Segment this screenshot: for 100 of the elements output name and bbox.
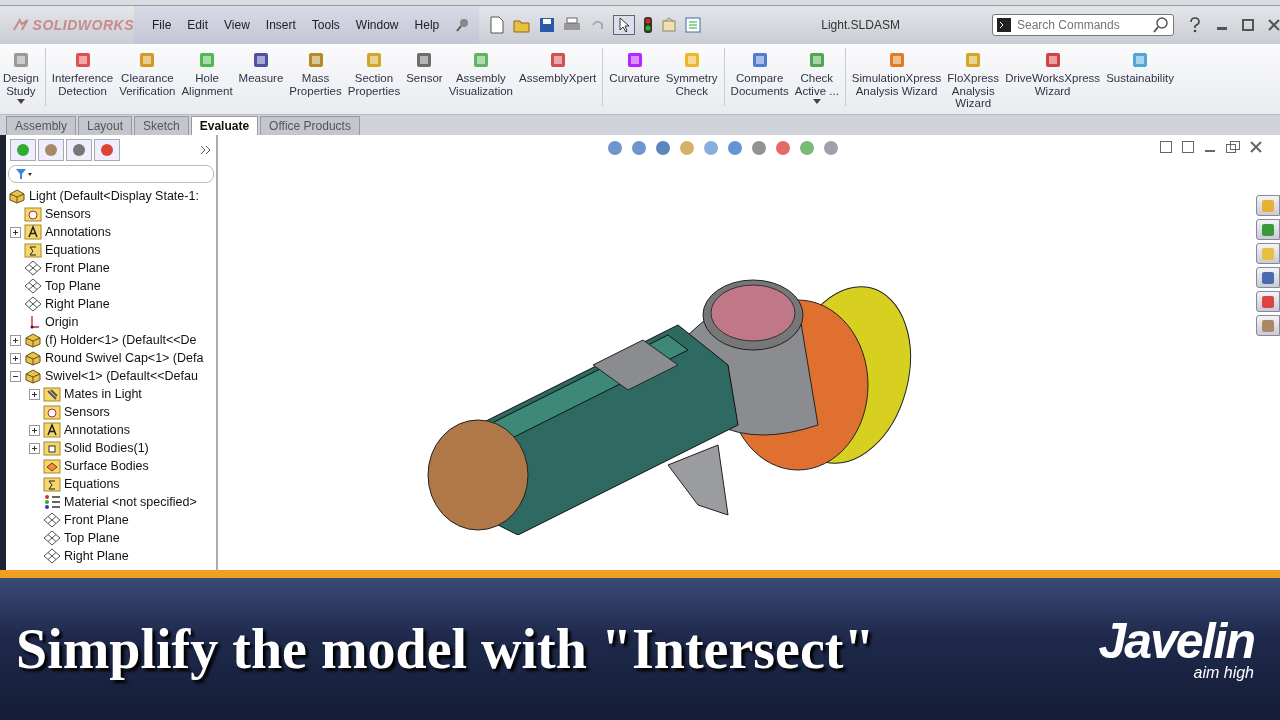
tree-item[interactable]: Front Plane bbox=[45, 261, 110, 275]
tree-item[interactable]: Sensors bbox=[45, 207, 91, 221]
ribbon-button[interactable]: Curvature bbox=[606, 48, 663, 87]
task-pane-button[interactable] bbox=[1256, 195, 1280, 216]
panel-tab[interactable] bbox=[94, 139, 120, 161]
close-icon[interactable] bbox=[1250, 141, 1262, 153]
tree-item[interactable]: Surface Bodies bbox=[64, 459, 149, 473]
material-icon bbox=[43, 494, 61, 510]
expand-toggle-icon[interactable] bbox=[29, 388, 40, 400]
ribbon-button[interactable]: Sensor bbox=[403, 48, 446, 87]
panel-tab[interactable] bbox=[10, 139, 36, 161]
ribbon-button[interactable]: Interference Detection bbox=[48, 48, 117, 99]
ribbon-button[interactable]: Check Active ... bbox=[791, 48, 842, 106]
maximize-icon[interactable] bbox=[1242, 19, 1254, 31]
panel-icon bbox=[15, 142, 31, 158]
tab[interactable]: Assembly bbox=[6, 116, 76, 135]
task-pane-button[interactable] bbox=[1256, 267, 1280, 288]
expand-panel-icon[interactable] bbox=[200, 145, 212, 155]
expand-toggle-icon[interactable] bbox=[29, 424, 40, 436]
save-icon[interactable] bbox=[539, 17, 556, 33]
search-icon[interactable] bbox=[1153, 17, 1169, 33]
expand-toggle-icon[interactable] bbox=[10, 334, 21, 346]
print-icon[interactable] bbox=[563, 17, 582, 33]
task-pane-button[interactable] bbox=[1256, 219, 1280, 240]
menu-item[interactable]: View bbox=[216, 18, 258, 32]
menu-item[interactable]: Edit bbox=[179, 18, 217, 32]
panel-tab[interactable] bbox=[38, 139, 64, 161]
filter-field[interactable] bbox=[8, 165, 214, 183]
restore-icon[interactable] bbox=[1226, 141, 1240, 153]
tree-item[interactable]: Top Plane bbox=[45, 279, 101, 293]
ribbon-button[interactable]: DriveWorksXpress Wizard bbox=[1002, 48, 1104, 99]
menu-item[interactable]: Tools bbox=[303, 18, 348, 32]
ribbon-button[interactable]: Symmetry Check bbox=[662, 48, 721, 99]
ribbon-button[interactable]: Sustainability bbox=[1103, 48, 1177, 87]
collapse-toggle-icon[interactable] bbox=[10, 370, 21, 382]
task-pane-button[interactable] bbox=[1256, 315, 1280, 336]
tree-item[interactable]: Light (Default<Display State-1: bbox=[29, 189, 199, 203]
ribbon-button[interactable]: Compare Documents bbox=[727, 48, 792, 99]
tab[interactable]: Sketch bbox=[134, 116, 189, 135]
view-tool-icon[interactable] bbox=[630, 139, 648, 157]
ribbon-button[interactable]: Section Properties bbox=[344, 48, 404, 99]
tile-left-icon[interactable] bbox=[1160, 141, 1172, 153]
menu-item[interactable]: Help bbox=[406, 18, 448, 32]
expand-toggle-icon[interactable] bbox=[29, 442, 40, 454]
ribbon-button[interactable]: Hole Alignment bbox=[178, 48, 236, 99]
expand-toggle-icon[interactable] bbox=[10, 352, 21, 364]
tree-item[interactable]: Annotations bbox=[64, 423, 131, 437]
tile-right-icon[interactable] bbox=[1182, 141, 1194, 153]
view-tool-icon[interactable] bbox=[726, 139, 744, 157]
tree-item[interactable]: (f) Holder<1> (Default<<De bbox=[45, 333, 197, 347]
tab[interactable]: Evaluate bbox=[190, 116, 259, 135]
help-icon[interactable] bbox=[1188, 17, 1202, 33]
tree-item[interactable]: Top Plane bbox=[64, 531, 120, 545]
search-bar[interactable]: Search Commands bbox=[992, 14, 1174, 36]
ribbon-button[interactable]: SimulationXpress Analysis Wizard bbox=[848, 48, 945, 99]
close-icon[interactable] bbox=[1268, 19, 1280, 31]
task-pane-button[interactable] bbox=[1256, 243, 1280, 264]
ribbon-button[interactable]: Design Study bbox=[0, 48, 42, 106]
options-icon[interactable] bbox=[661, 17, 678, 33]
view-tool-icon[interactable] bbox=[654, 139, 672, 157]
menu-item[interactable]: File bbox=[144, 18, 180, 32]
ribbon-button[interactable]: Mass Properties bbox=[286, 48, 345, 99]
tree-item[interactable]: Front Plane bbox=[64, 513, 129, 527]
tree-item[interactable]: Round Swivel Cap<1> (Defa bbox=[45, 351, 204, 365]
tree-item[interactable]: Swivel<1> (Default<<Defau bbox=[45, 369, 198, 383]
traffic-light-icon[interactable] bbox=[643, 16, 654, 34]
search-field[interactable]: Search Commands bbox=[1015, 17, 1149, 33]
view-tool-icon[interactable] bbox=[822, 139, 840, 157]
folder-icon bbox=[43, 458, 61, 474]
task-pane-button[interactable] bbox=[1256, 291, 1280, 312]
view-tool-icon[interactable] bbox=[606, 139, 624, 157]
view-tool-icon[interactable] bbox=[702, 139, 720, 157]
tab[interactable]: Office Products bbox=[260, 116, 360, 135]
tree-item[interactable]: Sensors bbox=[64, 405, 110, 419]
view-tool-icon[interactable] bbox=[774, 139, 792, 157]
menu-item[interactable]: Insert bbox=[257, 18, 304, 32]
tree-item[interactable]: Solid Bodies(1) bbox=[64, 441, 149, 455]
view-tool-icon[interactable] bbox=[798, 139, 816, 157]
tree-item[interactable]: Material <not specified> bbox=[64, 495, 197, 509]
checklist-icon[interactable] bbox=[685, 17, 702, 33]
panel-tab[interactable] bbox=[66, 139, 92, 161]
ribbon-button[interactable]: FloXpress Analysis Wizard bbox=[944, 48, 1003, 112]
ribbon-button[interactable]: Clearance Verification bbox=[116, 48, 179, 99]
tree-item[interactable]: Annotations bbox=[45, 225, 112, 239]
new-document-icon[interactable] bbox=[489, 16, 506, 34]
ribbon-button[interactable]: AssemblyXpert bbox=[516, 48, 600, 87]
tree-item[interactable]: Origin bbox=[45, 315, 79, 329]
tab[interactable]: Layout bbox=[78, 116, 133, 135]
tree-item[interactable]: Equations bbox=[64, 477, 120, 491]
view-tool-icon[interactable] bbox=[750, 139, 768, 157]
open-folder-icon[interactable] bbox=[513, 17, 532, 33]
tree-item[interactable]: Mates in Light bbox=[64, 387, 142, 401]
tree-item[interactable]: Right Plane bbox=[64, 549, 129, 563]
expand-toggle-icon[interactable] bbox=[10, 226, 21, 238]
ribbon-button[interactable]: Measure bbox=[235, 48, 287, 87]
tree-item[interactable]: Right Plane bbox=[45, 297, 110, 311]
tree-item[interactable]: Equations bbox=[45, 243, 101, 257]
view-tool-icon[interactable] bbox=[678, 139, 696, 157]
ribbon-button[interactable]: Assembly Visualization bbox=[445, 48, 516, 99]
menu-item[interactable]: Window bbox=[347, 18, 407, 32]
